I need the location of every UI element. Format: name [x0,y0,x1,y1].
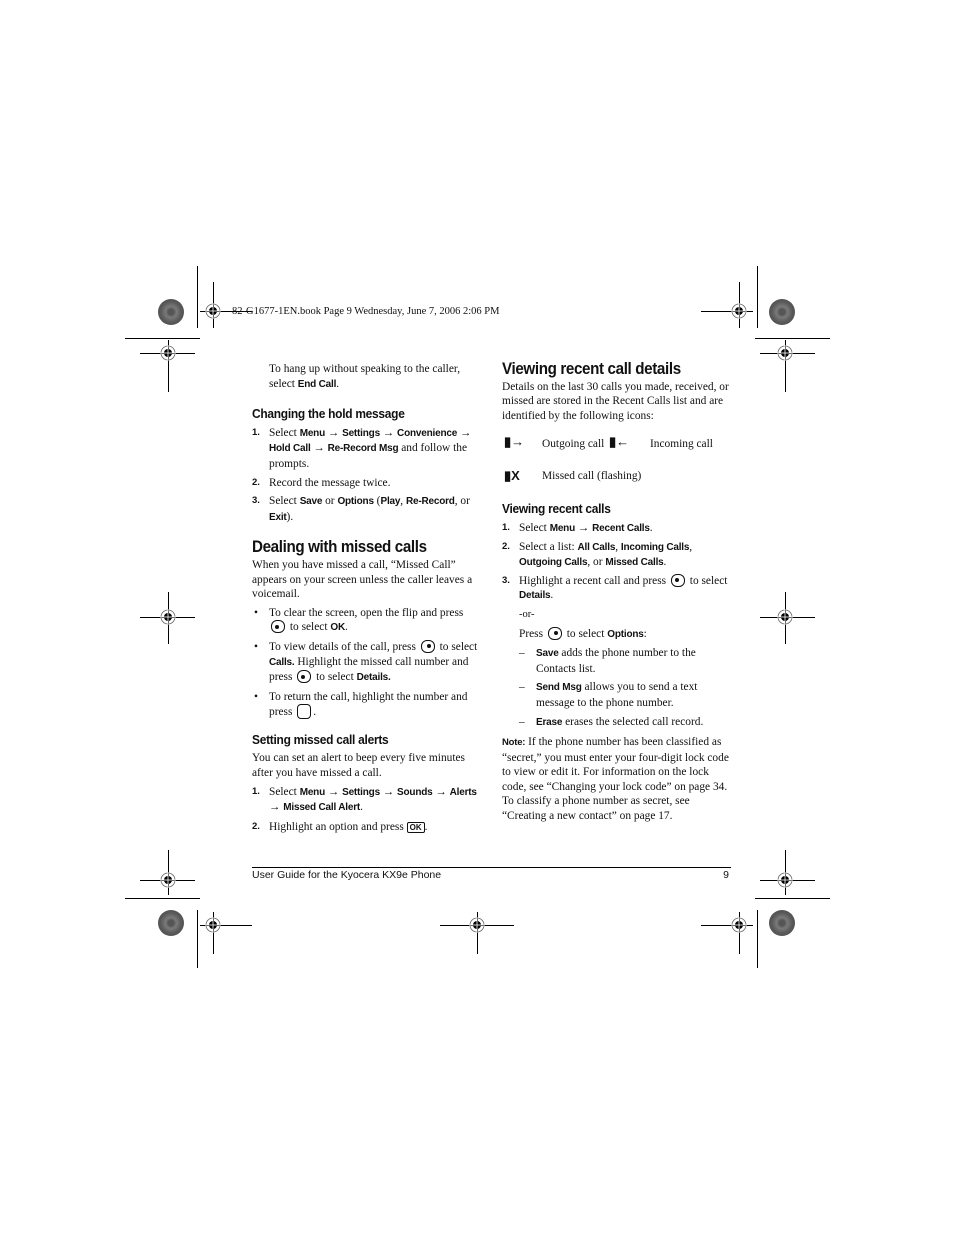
left-column: To hang up without speaking to the calle… [252,362,482,834]
step-item: 2. Select a list: All Calls, Incoming Ca… [502,540,693,569]
option-item-erase: – Erase erases the selected call record. [519,715,704,728]
starburst-target-icon [769,299,795,325]
step-item: 2. Highlight an option and press OK. [252,820,428,833]
registration-target-icon [205,303,221,319]
registration-target-icon [731,917,747,933]
outgoing-call-icon: ▮→ [504,434,525,450]
option-item-send-msg: – Send Msg allows you to send a text mess… [519,681,698,709]
registration-target-icon [160,609,176,625]
left-softkey-icon [271,620,285,634]
section-heading-hold-message: Changing the hold message [252,406,405,422]
section-heading-missed-calls: Dealing with missed calls [252,538,427,557]
note-label: Note: [502,737,526,749]
crop-line [197,266,198,328]
registration-target-icon [777,345,793,361]
option-item-save: – Save adds the phone number to the Conta… [519,647,696,675]
registration-target-icon [160,345,176,361]
book-meta-header: 82-G1677-1EN.book Page 9 Wednesday, June… [232,306,500,317]
step-item: 1. Select Menu → Settings → Sounds → Ale… [252,785,477,814]
missed-calls-intro: When you have missed a call, “Missed Cal… [252,558,473,601]
bullet-item: • To view details of the call, press to … [254,639,478,684]
starburst-target-icon [158,910,184,936]
or-separator: -or- [519,608,535,620]
starburst-target-icon [158,299,184,325]
step-item: 3. Highlight a recent call and press to … [502,573,728,602]
missed-call-label: Missed call (flashing) [542,470,642,483]
crop-line [755,338,830,339]
registration-target-icon [777,609,793,625]
incoming-call-icon: ▮← [609,434,630,450]
ok-key-icon: OK [406,821,425,833]
hold-message-steps: 1. Select Menu → Settings → Convenience … [252,426,482,526]
page-number: 9 [723,869,729,881]
missed-calls-bullets: • To clear the screen, open the flip and… [252,606,482,720]
bullet-item: • To return the call, highlight the numb… [254,690,468,720]
crop-line [757,910,758,968]
send-key-icon [297,704,312,720]
registration-target-icon [205,917,221,933]
call-icon-legend-row: ▮X Missed call (flashing) [502,463,732,495]
step-item: 2. Record the message twice. [252,476,391,489]
crop-line [125,338,200,339]
hang-up-note: To hang up without speaking to the calle… [269,363,461,390]
registration-target-icon [160,872,176,888]
recent-calls-steps: 1. Select Menu → Recent Calls. 2. Select… [502,521,732,730]
right-softkey-icon [547,626,562,640]
starburst-target-icon [769,910,795,936]
recent-details-intro: Details on the last 30 calls you made, r… [502,380,729,422]
crop-line [755,898,830,899]
alerts-intro: You can set an alert to beep every five … [252,752,465,780]
alerts-steps: 1. Select Menu → Settings → Sounds → Ale… [252,785,482,835]
incoming-call-label: Incoming call [650,438,713,451]
missed-call-icon: ▮X [504,468,520,484]
section-heading-recent-calls: Viewing recent calls [502,501,611,517]
press-options-line: Press to select Options: [519,626,647,640]
crop-line [757,266,758,328]
footer-title: User Guide for the Kyocera KX9e Phone [252,869,442,881]
registration-target-icon [731,303,747,319]
call-icon-legend-row: ▮→ Outgoing call ▮← Incoming call [502,431,732,463]
page-footer: User Guide for the Kyocera KX9e Phone 9 [252,867,731,881]
registration-target-icon [777,872,793,888]
section-heading-missed-call-alerts: Setting missed call alerts [252,731,389,747]
right-column: Viewing recent call details Details on t… [502,360,732,824]
step-item: 1. Select Menu → Settings → Convenience … [252,426,472,470]
crop-line [197,910,198,968]
note-paragraph: Note: If the phone number has been class… [502,736,729,823]
left-softkey-icon [297,670,312,684]
left-softkey-icon [670,573,685,587]
step-item: 1. Select Menu → Recent Calls. [502,521,653,534]
registration-target-icon [469,917,485,933]
bullet-item: • To clear the screen, open the flip and… [254,606,464,634]
crop-line [125,898,200,899]
step-item: 3. Select Save or Options (Play, Re-Reco… [252,495,470,523]
section-heading-recent-call-details: Viewing recent call details [502,360,681,378]
right-softkey-icon [420,639,435,653]
outgoing-call-label: Outgoing call [542,438,605,451]
end-call-label: End Call [297,378,337,390]
